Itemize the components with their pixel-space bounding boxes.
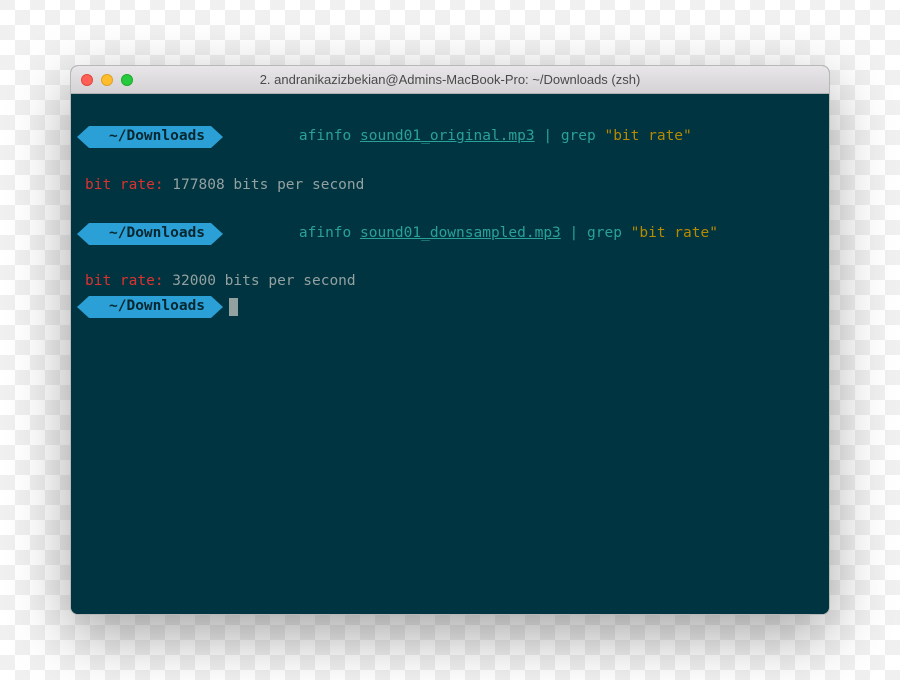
prompt-path: ~/Downloads bbox=[109, 295, 205, 318]
maximize-icon[interactable] bbox=[121, 74, 133, 86]
command: afinfo sound01_downsampled.mp3 | grep "b… bbox=[229, 199, 718, 269]
prompt-line-active[interactable]: ~/Downloads bbox=[71, 296, 829, 318]
cmd-grep: grep bbox=[587, 225, 622, 241]
cmd-grep-arg: "bit rate" bbox=[604, 128, 691, 144]
prompt-path-badge: ~/Downloads bbox=[89, 296, 211, 318]
prompt-path: ~/Downloads bbox=[109, 125, 205, 148]
terminal-body[interactable]: ~/Downloads afinfo sound01_original.mp3 … bbox=[71, 94, 829, 614]
cmd-tool: afinfo bbox=[299, 128, 351, 144]
prompt-path-badge: ~/Downloads bbox=[89, 223, 211, 245]
cmd-arg: sound01_original.mp3 bbox=[360, 128, 535, 144]
cmd-arg: sound01_downsampled.mp3 bbox=[360, 225, 561, 241]
cmd-grep-arg: "bit rate" bbox=[631, 225, 718, 241]
minimize-icon[interactable] bbox=[101, 74, 113, 86]
window-title: 2. andranikazizbekian@Admins-MacBook-Pro… bbox=[71, 72, 829, 87]
prompt-line: ~/Downloads afinfo sound01_downsampled.m… bbox=[71, 199, 829, 269]
terminal-window: 2. andranikazizbekian@Admins-MacBook-Pro… bbox=[70, 65, 830, 615]
cmd-grep: grep bbox=[561, 128, 596, 144]
cmd-tool: afinfo bbox=[299, 225, 351, 241]
cursor bbox=[229, 298, 238, 316]
prompt-path: ~/Downloads bbox=[109, 222, 205, 245]
prompt-path-badge: ~/Downloads bbox=[89, 126, 211, 148]
prompt-line: ~/Downloads afinfo sound01_original.mp3 … bbox=[71, 102, 829, 172]
traffic-lights bbox=[81, 74, 133, 86]
cmd-pipe: | bbox=[561, 225, 587, 241]
output-value: 177808 bits per second bbox=[164, 174, 365, 197]
titlebar[interactable]: 2. andranikazizbekian@Admins-MacBook-Pro… bbox=[71, 66, 829, 94]
command: afinfo sound01_original.mp3 | grep "bit … bbox=[229, 102, 692, 172]
close-icon[interactable] bbox=[81, 74, 93, 86]
output-label: bit rate: bbox=[85, 270, 164, 293]
cmd-pipe: | bbox=[535, 128, 561, 144]
output-label: bit rate: bbox=[85, 174, 164, 197]
output-value: 32000 bits per second bbox=[164, 270, 356, 293]
output-line: bit rate: 32000 bits per second bbox=[71, 270, 829, 293]
output-line: bit rate: 177808 bits per second bbox=[71, 174, 829, 197]
